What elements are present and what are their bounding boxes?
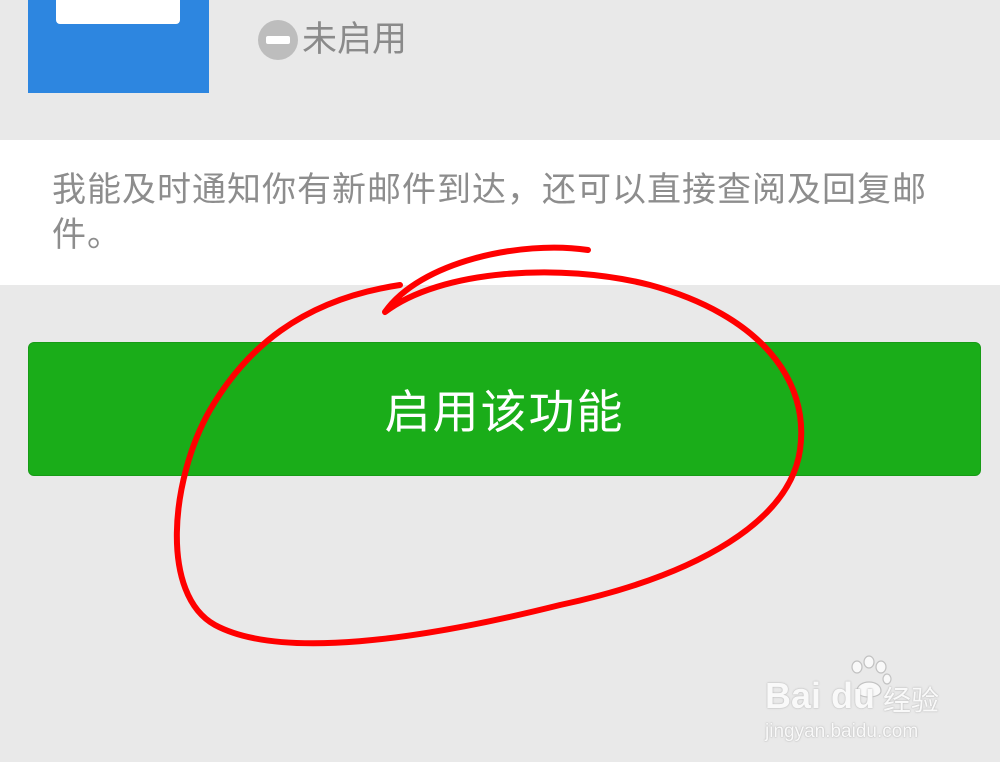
enable-feature-label: 启用该功能 [384,385,625,439]
plugin-status: 未启用 [258,18,407,62]
description-panel: 我能及时通知你有新邮件到达，还可以直接查阅及回复邮件。 [0,140,1000,285]
watermark-url: jingyan.baidu.com [765,721,919,742]
qq-mail-app-icon [28,0,209,93]
watermark-product: 经验 [883,684,940,717]
mail-envelope-icon [56,0,180,24]
watermark-brand: Bai du [765,675,876,716]
status-label: 未启用 [302,20,408,60]
disabled-minus-icon [258,20,298,60]
baidu-jingyan-watermark: Bai du 经验 jingyan.baidu.com [765,655,955,745]
plugin-detail-page: 未启用 我能及时通知你有新邮件到达，还可以直接查阅及回复邮件。 启用该功能 Ba… [0,0,1000,762]
plugin-description: 我能及时通知你有新邮件到达，还可以直接查阅及回复邮件。 [52,170,927,255]
plugin-header: 未启用 [0,0,1000,140]
enable-feature-button[interactable]: 启用该功能 [28,342,981,476]
